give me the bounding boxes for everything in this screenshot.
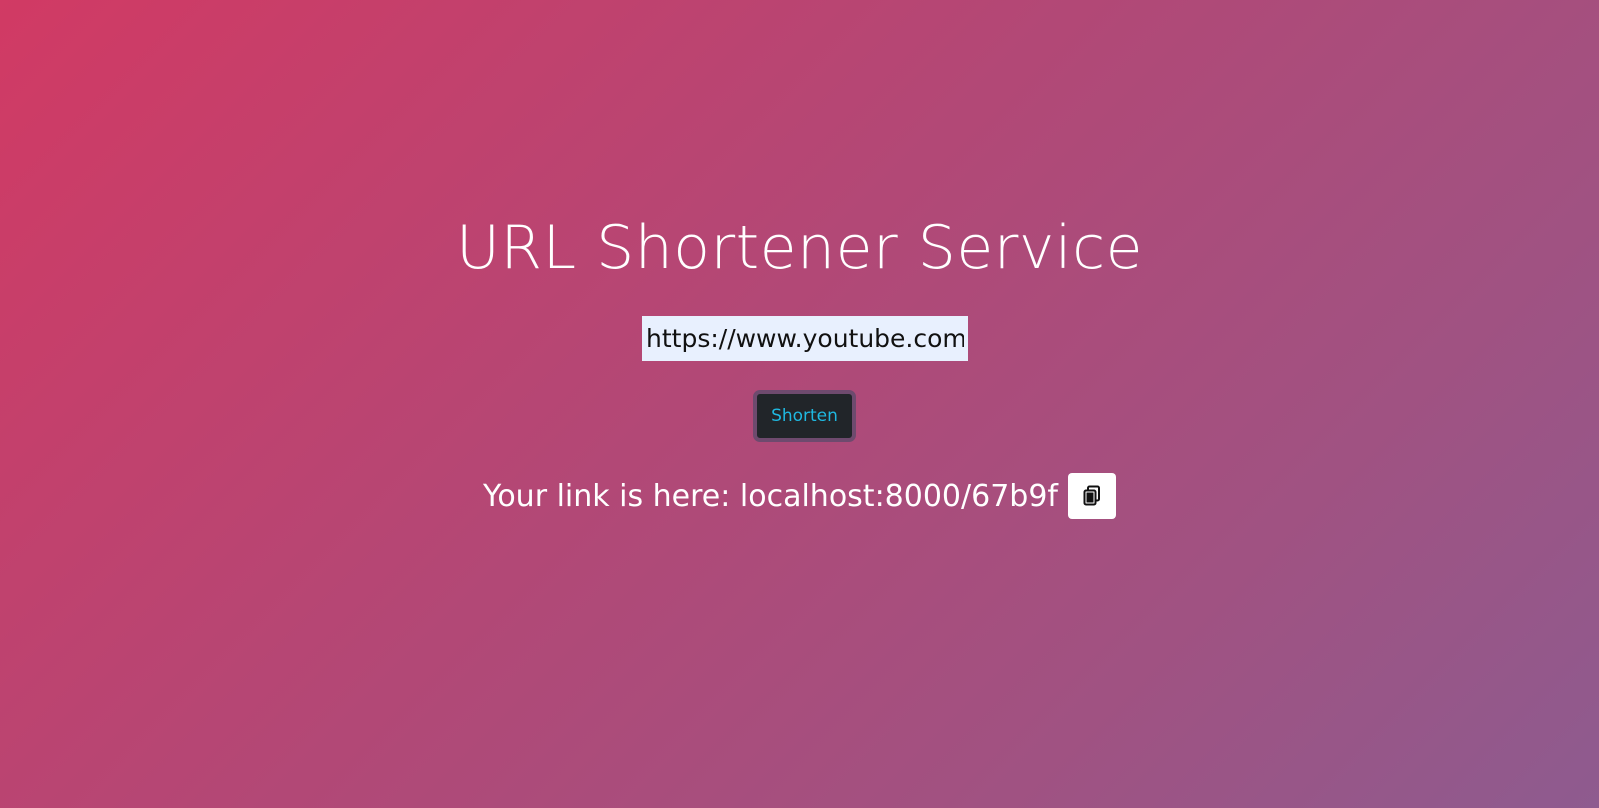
shorten-button[interactable]: Shorten: [753, 390, 856, 442]
copy-button[interactable]: [1068, 473, 1116, 519]
result-row: Your link is here: localhost:8000/67b9f: [0, 472, 1599, 520]
page: URL Shortener Service Shorten Your link …: [0, 0, 1599, 808]
copy-icon: [1083, 485, 1100, 506]
url-input[interactable]: [642, 316, 968, 361]
page-title: URL Shortener Service: [456, 213, 1143, 283]
short-link-text: Your link is here: localhost:8000/67b9f: [482, 478, 1058, 514]
